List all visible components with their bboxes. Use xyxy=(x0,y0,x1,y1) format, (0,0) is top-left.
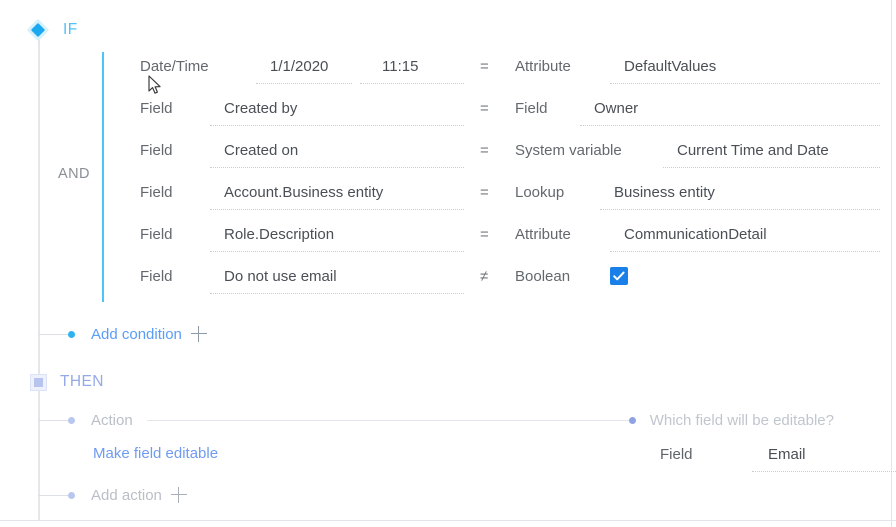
condition-right-type[interactable]: Attribute xyxy=(515,56,571,78)
condition-left-value: Created on xyxy=(224,142,299,159)
connector-dot xyxy=(68,330,75,338)
boolean-checkbox[interactable] xyxy=(610,267,628,285)
condition-left-value: Do not use email xyxy=(224,268,337,285)
condition-left-field[interactable]: Role.Description xyxy=(210,224,464,252)
condition-left-type[interactable]: Field xyxy=(140,266,173,288)
condition-operator[interactable]: = xyxy=(480,224,489,246)
condition-operator[interactable]: = xyxy=(480,98,489,120)
check-icon xyxy=(613,271,625,281)
table-row: Field Created on = System variable Curre… xyxy=(140,140,880,182)
condition-date-field[interactable]: 1/1/2020 xyxy=(256,56,352,84)
condition-time-value: 11:15 xyxy=(382,58,419,75)
condition-operator[interactable]: = xyxy=(480,182,489,204)
condition-right-value: Business entity xyxy=(614,184,715,201)
condition-left-value: Account.Business entity xyxy=(224,184,384,201)
action-column-header: Action xyxy=(91,411,133,429)
condition-left-field[interactable]: Do not use email xyxy=(210,266,464,294)
header-divider-line xyxy=(146,419,629,421)
condition-left-field[interactable]: Created by xyxy=(210,98,464,126)
plus-icon[interactable] xyxy=(170,487,187,503)
condition-operator[interactable]: = xyxy=(480,140,489,162)
square-icon xyxy=(30,373,47,391)
condition-left-type[interactable]: Field xyxy=(140,140,173,162)
action-header-row: Action Which field will be editable? xyxy=(38,411,834,429)
plus-icon[interactable] xyxy=(190,326,207,342)
condition-right-field[interactable]: CommunicationDetail xyxy=(610,224,880,252)
make-field-editable-link[interactable]: Make field editable xyxy=(93,445,218,462)
then-block-node[interactable]: THEN xyxy=(27,370,104,394)
then-field-input[interactable]: Email xyxy=(752,446,896,472)
then-label: THEN xyxy=(60,373,104,390)
condition-date-value: 1/1/2020 xyxy=(270,58,329,75)
table-row: Field Role.Description = Attribute Commu… xyxy=(140,224,880,266)
condition-operator[interactable]: ≠ xyxy=(480,266,488,288)
if-label: IF xyxy=(63,21,78,38)
flow-rail-vertical xyxy=(38,38,40,520)
condition-right-field[interactable]: Business entity xyxy=(600,182,880,210)
condition-left-value: Created by xyxy=(224,100,298,117)
mouse-cursor xyxy=(148,75,162,95)
table-row: Field Do not use email ≠ Boolean xyxy=(140,266,880,308)
then-field-label[interactable]: Field xyxy=(660,446,693,463)
table-row: Field Created by = Field Owner xyxy=(140,98,880,140)
panel-bottom-border xyxy=(0,520,896,521)
condition-right-type[interactable]: Boolean xyxy=(515,266,570,288)
condition-list: Date/Time 1/1/2020 11:15 = Attribute Def… xyxy=(140,56,880,308)
question-column-header: Which field will be editable? xyxy=(649,411,834,429)
condition-left-type[interactable]: Field xyxy=(140,182,173,204)
condition-right-field[interactable]: Owner xyxy=(580,98,880,126)
connector-dot xyxy=(68,416,75,424)
if-block-node[interactable]: IF xyxy=(26,18,78,42)
diamond-icon xyxy=(26,18,50,42)
condition-right-field[interactable]: Current Time and Date xyxy=(663,140,880,168)
connector-line xyxy=(38,333,68,335)
condition-right-type[interactable]: Field xyxy=(515,98,548,120)
connector-line xyxy=(38,419,68,421)
condition-group-rail xyxy=(102,52,104,302)
table-row: Field Account.Business entity = Lookup B… xyxy=(140,182,880,224)
condition-time-field[interactable]: 11:15 xyxy=(360,56,464,84)
and-operator-label[interactable]: AND xyxy=(58,166,90,182)
connector-dot-end xyxy=(628,416,636,424)
connector-dot xyxy=(68,491,75,499)
condition-right-value: DefaultValues xyxy=(624,58,717,75)
condition-right-type[interactable]: System variable xyxy=(515,140,622,162)
condition-right-type[interactable]: Lookup xyxy=(515,182,564,204)
add-action-label[interactable]: Add action xyxy=(91,487,162,504)
condition-left-value: Role.Description xyxy=(224,226,335,243)
condition-left-field[interactable]: Account.Business entity xyxy=(210,182,464,210)
then-field-value: Email xyxy=(768,446,806,463)
rule-builder-canvas: IF AND Date/Time 1/1/2020 11:15 = Attrib… xyxy=(0,0,896,527)
condition-left-field[interactable]: Created on xyxy=(210,140,464,168)
condition-right-type[interactable]: Attribute xyxy=(515,224,571,246)
condition-left-type[interactable]: Field xyxy=(140,224,173,246)
add-condition-label[interactable]: Add condition xyxy=(91,326,182,343)
condition-right-field[interactable]: DefaultValues xyxy=(610,56,880,84)
add-condition-row[interactable]: Add condition xyxy=(38,324,207,344)
condition-right-value: Owner xyxy=(594,100,639,117)
condition-left-type[interactable]: Field xyxy=(140,98,173,120)
table-row: Date/Time 1/1/2020 11:15 = Attribute Def… xyxy=(140,56,880,98)
condition-right-value: CommunicationDetail xyxy=(624,226,767,243)
condition-right-value: Current Time and Date xyxy=(677,142,829,159)
connector-line xyxy=(38,494,68,496)
condition-operator[interactable]: = xyxy=(480,56,489,78)
add-action-row[interactable]: Add action xyxy=(38,485,187,505)
